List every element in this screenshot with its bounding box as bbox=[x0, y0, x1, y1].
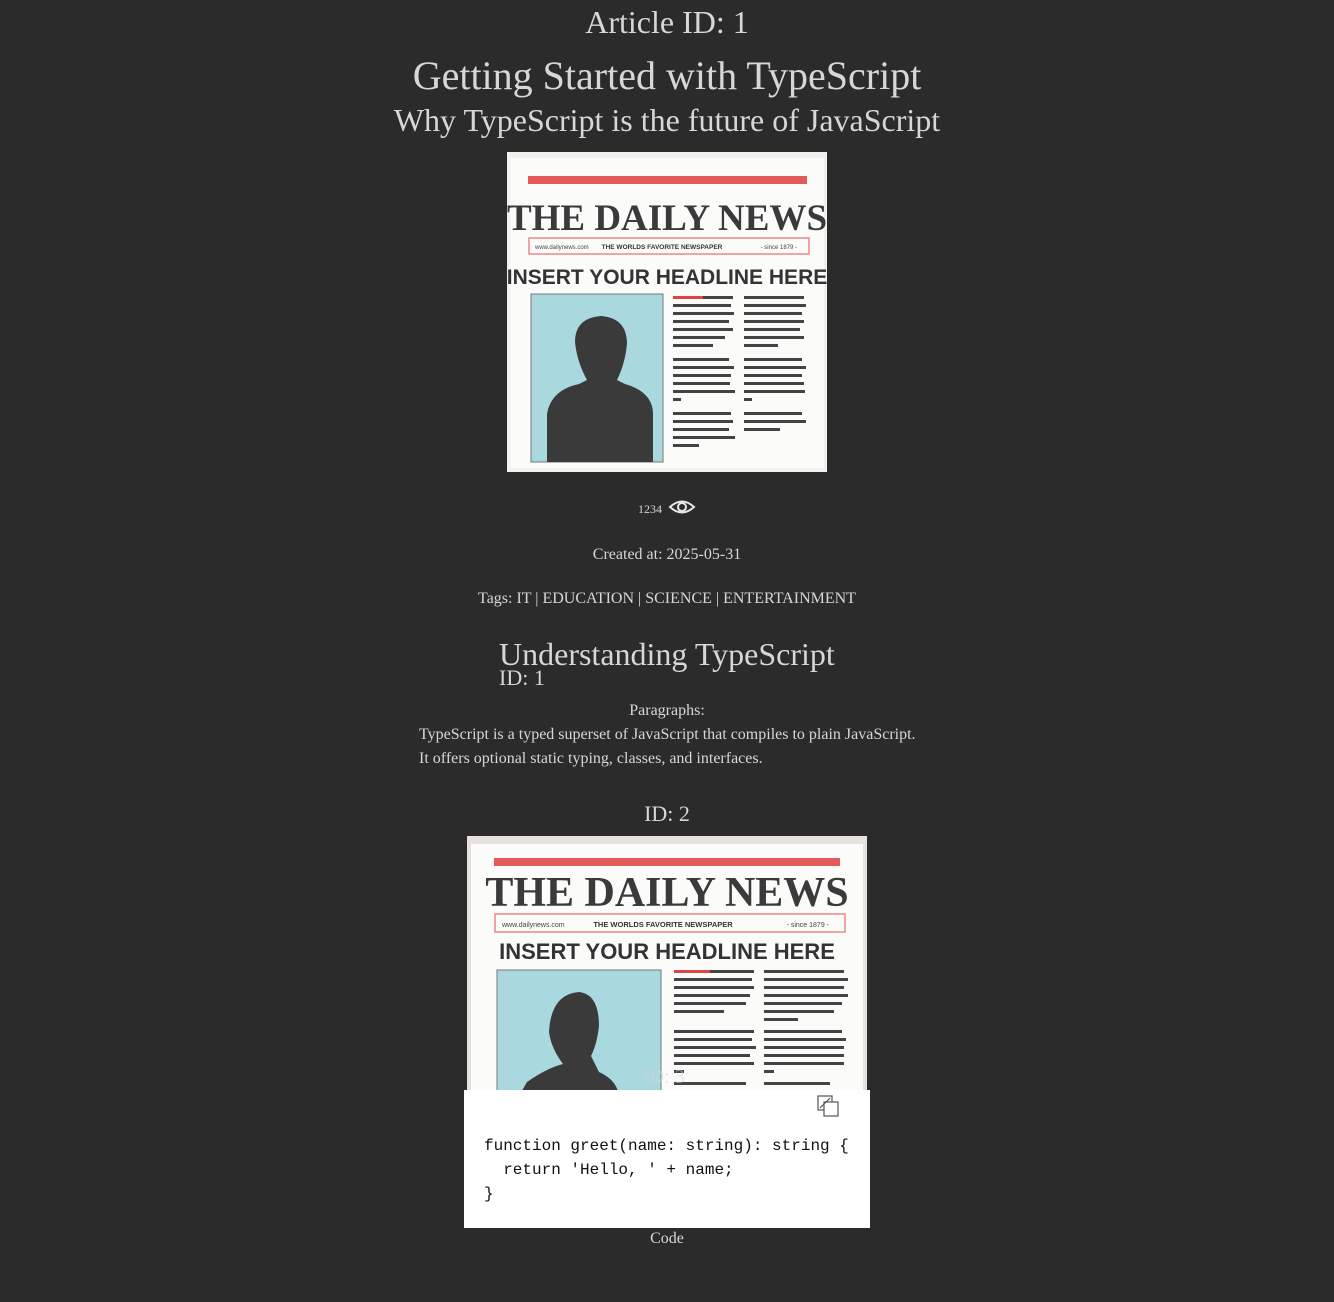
svg-text:THE DAILY NEWS: THE DAILY NEWS bbox=[485, 870, 848, 916]
article-image: THE DAILY NEWS www.dailynews.com THE WOR… bbox=[507, 152, 827, 472]
svg-text:INSERT YOUR HEADLINE HERE: INSERT YOUR HEADLINE HERE bbox=[499, 939, 835, 964]
article-id: Article ID: 1 bbox=[585, 4, 749, 40]
svg-text:- since 1879 -: - since 1879 - bbox=[761, 245, 797, 251]
image-block-image: THE DAILY NEWS www.dailynews.com THE WOR… bbox=[467, 836, 867, 1090]
svg-text:THE WORLDS FAVORITE NEWSPAPER: THE WORLDS FAVORITE NEWSPAPER bbox=[602, 244, 723, 251]
article-page: Article ID: 1 Getting Started with TypeS… bbox=[0, 0, 1334, 1302]
copy-button[interactable] bbox=[816, 1094, 840, 1118]
tags: Tags: IT | EDUCATION | SCIENCE | ENTERTA… bbox=[478, 590, 856, 607]
view-count: 1234 bbox=[0, 496, 1334, 522]
svg-text:www.dailynews.com: www.dailynews.com bbox=[534, 245, 589, 251]
image-block-id: ID: 2 bbox=[644, 801, 690, 826]
code-block-id: ID: 3 bbox=[643, 1066, 685, 1088]
eye-icon bbox=[668, 496, 696, 522]
svg-text:- since 1879 -: - since 1879 - bbox=[787, 922, 830, 929]
paragraph: It offers optional static typing, classe… bbox=[419, 750, 763, 767]
created-date: Created at: 2025-05-31 bbox=[592, 546, 742, 563]
svg-text:THE WORLDS FAVORITE NEWSPAPER: THE WORLDS FAVORITE NEWSPAPER bbox=[593, 920, 733, 929]
svg-text:INSERT YOUR HEADLINE HERE: INSERT YOUR HEADLINE HERE bbox=[507, 266, 827, 289]
paragraphs-label: Paragraphs: bbox=[629, 702, 705, 719]
copy-icon bbox=[816, 1095, 840, 1122]
code-caption: Code bbox=[650, 1230, 684, 1247]
article-subtitle: Why TypeScript is the future of JavaScri… bbox=[393, 102, 941, 138]
text-block-id: ID: 1 bbox=[499, 665, 545, 690]
article-title: Getting Started with TypeScript bbox=[412, 53, 922, 98]
paragraph: TypeScript is a typed superset of JavaSc… bbox=[419, 726, 916, 743]
text-block-title: Understanding TypeScript bbox=[499, 636, 835, 672]
code-block: function greet(name: string): string { r… bbox=[464, 1090, 870, 1228]
view-count-value: 1234 bbox=[638, 501, 662, 516]
code-content[interactable]: function greet(name: string): string { r… bbox=[484, 1134, 849, 1206]
paper-name: THE DAILY NEWS bbox=[507, 198, 827, 239]
svg-text:www.dailynews.com: www.dailynews.com bbox=[501, 922, 565, 929]
